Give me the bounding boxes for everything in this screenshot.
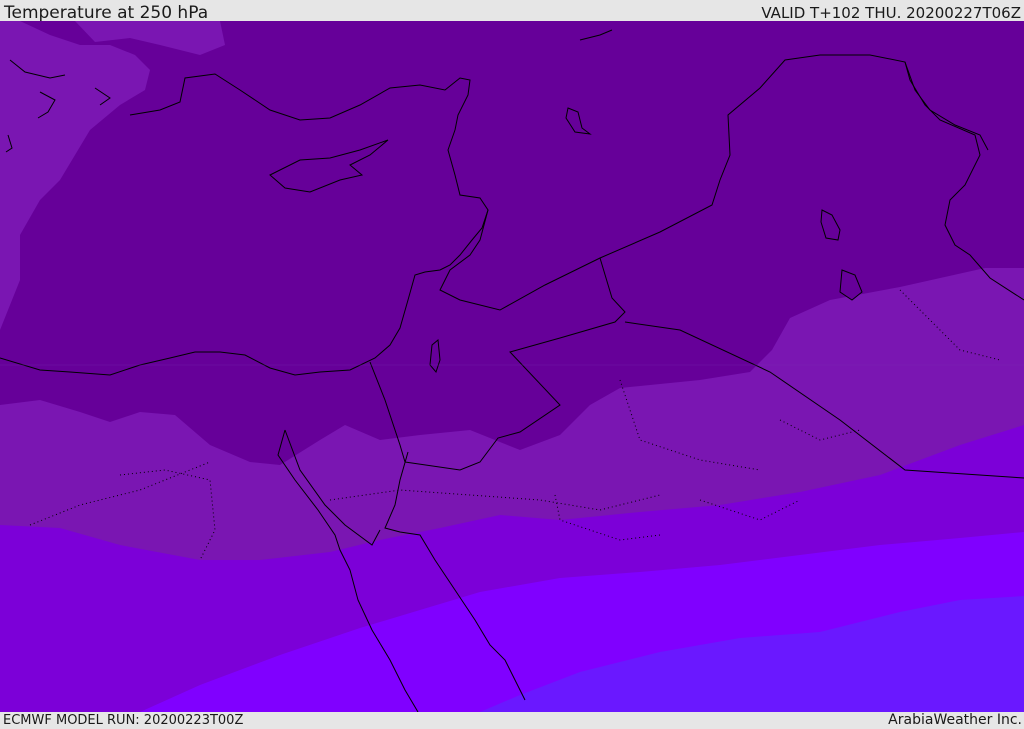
valid-time: VALID T+102 THU. 20200227T06Z [761, 4, 1021, 22]
footer-bar: ECMWF MODEL RUN: 20200223T00Z ArabiaWeat… [0, 712, 1024, 729]
header-bar: Temperature at 250 hPa VALID T+102 THU. … [0, 0, 1024, 23]
brand-label: ArabiaWeather Inc. [888, 712, 1022, 728]
model-run: ECMWF MODEL RUN: 20200223T00Z [3, 713, 244, 728]
map-title: Temperature at 250 hPa [4, 3, 209, 23]
weather-map [0, 21, 1024, 712]
